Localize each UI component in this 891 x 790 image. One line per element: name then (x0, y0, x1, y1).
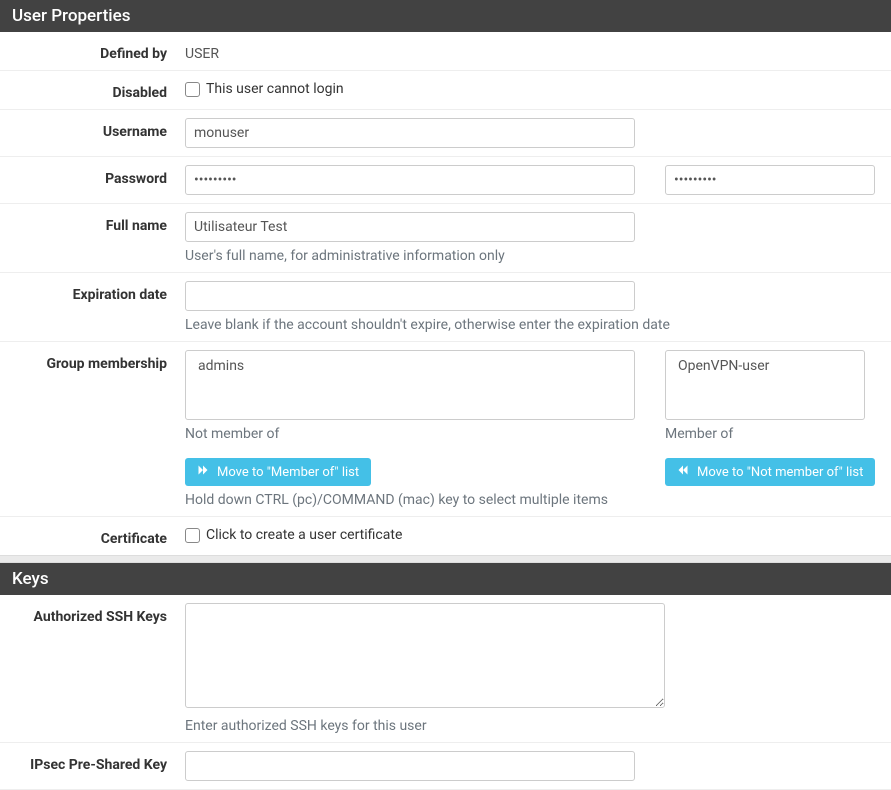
label-ssh-keys: Authorized SSH Keys (0, 603, 185, 625)
password-confirm-field[interactable] (665, 165, 875, 195)
panel-header-user-properties: User Properties (0, 0, 891, 32)
move-to-not-member-button[interactable]: Move to "Not member of" list (665, 458, 875, 486)
not-member-select[interactable]: admins (185, 350, 635, 420)
label-disabled: Disabled (0, 79, 185, 101)
not-member-label: Not member of (185, 426, 635, 442)
double-chevron-left-icon (677, 464, 689, 480)
label-password: Password (0, 165, 185, 187)
row-ipsec: IPsec Pre-Shared Key (0, 743, 891, 790)
row-defined-by: Defined by USER (0, 32, 891, 71)
label-username: Username (0, 118, 185, 140)
value-defined-by: USER (185, 40, 881, 62)
row-certificate: Certificate Click to create a user certi… (0, 517, 891, 555)
select-option[interactable]: OpenVPN-user (672, 355, 858, 377)
row-move-buttons: Move to "Member of" list Hold down CTRL … (0, 450, 891, 517)
label-expiration: Expiration date (0, 281, 185, 303)
move-to-member-button[interactable]: Move to "Member of" list (185, 458, 371, 486)
double-chevron-right-icon (197, 464, 209, 480)
move-help: Hold down CTRL (pc)/COMMAND (mac) key to… (185, 492, 635, 508)
row-expiration: Expiration date Leave blank if the accou… (0, 273, 891, 342)
row-username: Username (0, 110, 891, 157)
password-field[interactable] (185, 165, 635, 195)
ssh-keys-help: Enter authorized SSH keys for this user (185, 718, 881, 734)
row-ssh-keys: Authorized SSH Keys Enter authorized SSH… (0, 595, 891, 743)
expiration-help: Leave blank if the account shouldn't exp… (185, 317, 881, 333)
select-option[interactable]: admins (192, 355, 628, 377)
panel-body-keys: Authorized SSH Keys Enter authorized SSH… (0, 595, 891, 790)
checkbox-certificate-label[interactable]: Click to create a user certificate (206, 527, 402, 543)
fullname-field[interactable] (185, 212, 635, 242)
ipsec-field[interactable] (185, 751, 635, 781)
checkbox-certificate[interactable] (185, 528, 200, 543)
row-disabled: Disabled This user cannot login (0, 71, 891, 110)
panel-gap (0, 555, 891, 563)
expiration-field[interactable] (185, 281, 635, 311)
checkbox-disabled-label[interactable]: This user cannot login (206, 81, 344, 97)
label-certificate: Certificate (0, 525, 185, 547)
move-to-member-label: Move to "Member of" list (217, 465, 359, 480)
member-select[interactable]: OpenVPN-user (665, 350, 865, 420)
row-fullname: Full name User's full name, for administ… (0, 204, 891, 273)
label-defined-by: Defined by (0, 40, 185, 62)
panel-header-keys: Keys (0, 563, 891, 595)
label-move-empty (0, 458, 185, 464)
fullname-help: User's full name, for administrative inf… (185, 248, 881, 264)
row-password: Password (0, 157, 891, 204)
ssh-keys-field[interactable] (185, 603, 665, 708)
panel-body-user-properties: Defined by USER Disabled This user canno… (0, 32, 891, 555)
row-group-membership: Group membership admins Not member of Op… (0, 342, 891, 450)
member-label: Member of (665, 426, 865, 442)
move-to-not-member-label: Move to "Not member of" list (697, 465, 863, 480)
label-group-membership: Group membership (0, 350, 185, 372)
username-field[interactable] (185, 118, 635, 148)
label-fullname: Full name (0, 212, 185, 234)
checkbox-disabled[interactable] (185, 82, 200, 97)
